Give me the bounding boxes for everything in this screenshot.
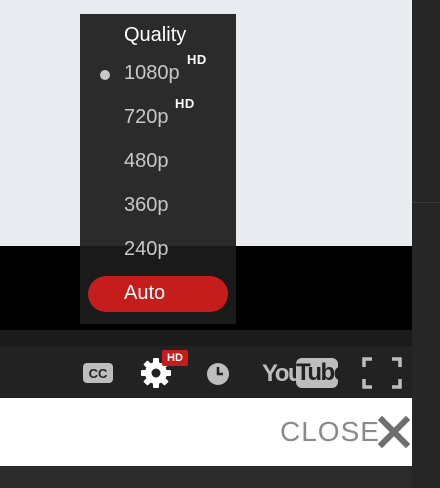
watch-later-button[interactable] — [206, 362, 230, 386]
cc-icon-text: CC — [89, 366, 108, 381]
quality-option-auto[interactable]: Auto — [88, 276, 228, 312]
quality-option-label: 480p — [124, 150, 169, 172]
quality-menu-title: Quality — [124, 24, 187, 46]
progress-bar[interactable] — [0, 330, 412, 346]
close-icon — [378, 416, 410, 448]
hd-superscript: HD — [175, 96, 195, 111]
side-panel-divider — [412, 202, 440, 203]
youtube-logo-tube: Tube — [296, 358, 347, 388]
quality-option-label: 240p — [124, 238, 169, 260]
quality-option-label: 720p — [124, 106, 169, 128]
quality-option-label: 360p — [124, 194, 169, 216]
quality-option-label: 1080p — [124, 62, 180, 84]
fullscreen-icon — [362, 357, 402, 389]
youtube-logo-link[interactable]: You Tube — [262, 358, 347, 388]
fullscreen-button[interactable] — [362, 357, 402, 389]
hd-badge: HD — [162, 350, 188, 366]
clock-icon — [207, 363, 229, 385]
hd-superscript: HD — [187, 52, 207, 67]
quality-option-360p[interactable]: 360p — [80, 188, 236, 224]
quality-option-480p[interactable]: 480p — [80, 144, 236, 180]
close-label: CLOSE — [280, 416, 380, 447]
captions-button[interactable]: CC — [82, 362, 114, 384]
quality-option-1080p[interactable]: 1080p HD — [80, 52, 236, 92]
quality-option-240p[interactable]: 240p — [80, 232, 236, 268]
selected-indicator-dot — [100, 70, 110, 80]
quality-menu: Quality 1080p HD 720p HD 480p 360p 240p … — [80, 14, 236, 324]
close-button[interactable]: CLOSE — [280, 414, 412, 450]
cc-icon: CC — [83, 363, 113, 383]
quality-option-label: Auto — [124, 282, 166, 304]
page-side-panel — [412, 0, 440, 488]
quality-option-720p[interactable]: 720p HD — [80, 96, 236, 136]
